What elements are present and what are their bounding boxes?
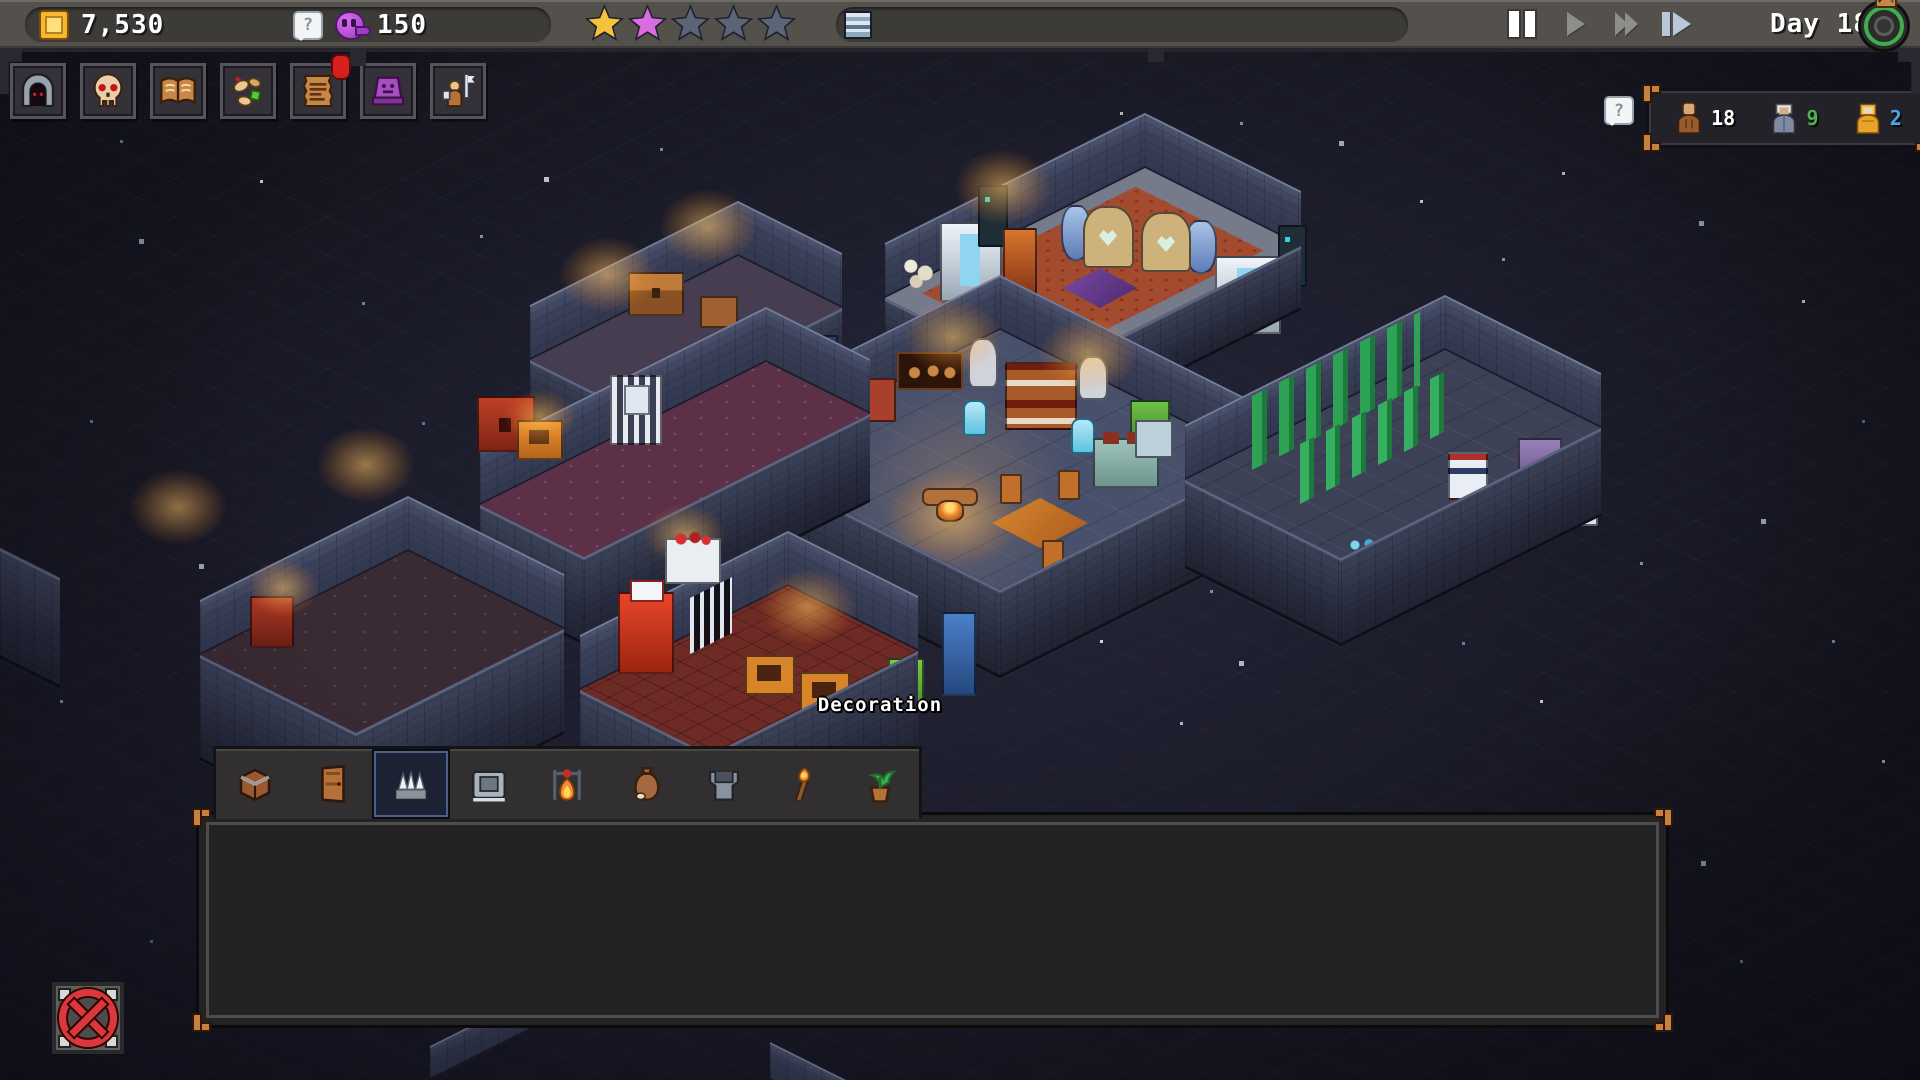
worker-count-group: 18 bbox=[1674, 101, 1735, 135]
campfire-icon bbox=[553, 769, 582, 801]
ghost-minion bbox=[963, 400, 987, 436]
crate bbox=[517, 420, 563, 460]
dungeon-heart-emblem[interactable] bbox=[1858, 0, 1910, 52]
spike-trap-icon bbox=[394, 770, 429, 801]
minions-button[interactable] bbox=[80, 63, 136, 119]
sack-icon bbox=[633, 767, 660, 801]
hero-icon bbox=[1856, 103, 1880, 134]
tab-brazier[interactable] bbox=[685, 749, 763, 819]
journal-button[interactable] bbox=[150, 63, 206, 119]
crate-icon bbox=[239, 768, 271, 802]
elder-icon bbox=[1773, 103, 1796, 134]
treasure-chest bbox=[628, 272, 684, 316]
totem bbox=[1078, 356, 1108, 400]
tab-pressure-plates[interactable] bbox=[450, 749, 528, 819]
hover-tooltip: Decoration bbox=[817, 694, 943, 716]
game-screen: Decoration 7,530 ? 150 Day 18 ? 18 9 2 bbox=[0, 0, 1920, 1080]
play-button[interactable] bbox=[1554, 3, 1598, 45]
day-counter: Day 18 bbox=[1770, 9, 1870, 39]
resources-panel: 7,530 ? 150 bbox=[25, 7, 551, 43]
dungeon-gate-button[interactable] bbox=[10, 63, 66, 119]
close-build-menu-button[interactable] bbox=[52, 982, 124, 1054]
population-hud: ? 18 9 2 bbox=[1604, 86, 1920, 150]
star-icon bbox=[627, 4, 668, 42]
blue-totem bbox=[942, 612, 976, 696]
tab-storage[interactable] bbox=[216, 749, 294, 819]
pressure-plate-icon bbox=[472, 770, 507, 802]
dungeon-gate-icon bbox=[21, 73, 55, 108]
step-forward-button[interactable] bbox=[1654, 3, 1698, 45]
caged-knight bbox=[610, 375, 662, 445]
top-bar: 7,530 ? 150 Day 18 bbox=[0, 0, 1920, 52]
alert-badge bbox=[331, 54, 351, 80]
heroes-button[interactable] bbox=[430, 63, 486, 119]
souls-amount: 150 bbox=[377, 10, 427, 40]
tab-sack[interactable] bbox=[607, 749, 685, 819]
elder-count: 9 bbox=[1806, 106, 1819, 130]
help-bubble-icon[interactable]: ? bbox=[293, 10, 324, 41]
hero-flag-icon bbox=[442, 73, 475, 107]
book-icon bbox=[160, 77, 196, 105]
bone-pile bbox=[900, 256, 936, 290]
worker-count: 18 bbox=[1711, 106, 1736, 130]
chair bbox=[1058, 470, 1080, 500]
serpent-statue bbox=[1083, 206, 1134, 268]
help-bubble-icon[interactable]: ? bbox=[1604, 96, 1634, 126]
quest-scroll-icon bbox=[302, 75, 334, 107]
tab-campfire[interactable] bbox=[528, 749, 606, 819]
chair bbox=[1000, 474, 1022, 504]
gold-coin-icon bbox=[39, 10, 69, 40]
star-icon bbox=[670, 4, 711, 42]
totem bbox=[968, 338, 998, 388]
wall-picture bbox=[897, 352, 963, 390]
quests-button[interactable] bbox=[290, 54, 351, 119]
elder-count-group: 9 bbox=[1769, 101, 1819, 135]
pause-button[interactable] bbox=[1500, 3, 1544, 45]
tab-plants[interactable] bbox=[841, 749, 919, 819]
altar-button[interactable] bbox=[360, 63, 416, 119]
door-icon bbox=[321, 765, 345, 803]
plant-icon bbox=[867, 770, 897, 803]
serpent-statue bbox=[1141, 212, 1191, 272]
tab-doors[interactable] bbox=[294, 749, 372, 819]
worker-icon bbox=[1677, 102, 1701, 134]
hero-count: 2 bbox=[1889, 106, 1902, 130]
star-icon bbox=[756, 4, 797, 42]
tab-torch[interactable] bbox=[763, 749, 841, 819]
brazier-icon bbox=[708, 770, 739, 801]
campfire bbox=[936, 500, 964, 522]
hero-count-group: 2 bbox=[1853, 101, 1902, 135]
torch-icon bbox=[795, 767, 810, 803]
message-log-icon bbox=[844, 11, 872, 39]
skull-icon bbox=[93, 73, 123, 107]
message-ticker[interactable] bbox=[836, 7, 1408, 43]
star-icon bbox=[584, 4, 625, 42]
red-cabinet bbox=[250, 596, 294, 648]
shelf-unit bbox=[1005, 362, 1077, 430]
planter-crate bbox=[745, 655, 795, 695]
soul-ghost-icon bbox=[335, 10, 372, 40]
fast-forward-button[interactable] bbox=[1604, 3, 1648, 45]
ghost-minion bbox=[1071, 418, 1095, 454]
gold-amount: 7,530 bbox=[81, 10, 165, 40]
build-panel bbox=[194, 810, 1671, 1030]
build-tabs bbox=[213, 746, 922, 819]
supplies-icon bbox=[233, 76, 262, 107]
dungeon-rating bbox=[583, 4, 798, 43]
tab-traps[interactable] bbox=[372, 749, 451, 819]
apple-crate bbox=[665, 532, 721, 584]
altar-icon bbox=[372, 76, 404, 106]
supplies-button[interactable] bbox=[220, 63, 276, 119]
star-icon bbox=[713, 4, 754, 42]
stool bbox=[1135, 420, 1173, 458]
population-panel: 18 9 2 bbox=[1644, 86, 1920, 150]
red-press-machine bbox=[618, 580, 674, 674]
